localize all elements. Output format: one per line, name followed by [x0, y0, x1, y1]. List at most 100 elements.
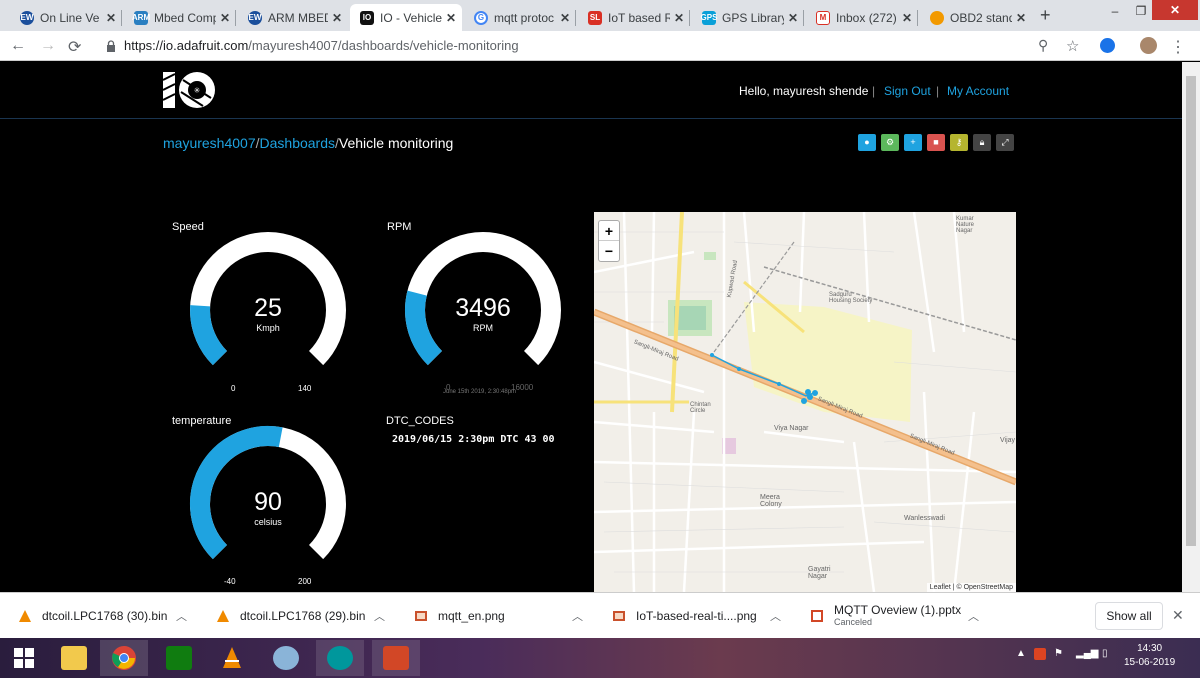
delete-button[interactable]: ■ [927, 134, 945, 151]
tab-close-icon[interactable]: ✕ [1016, 11, 1026, 25]
zoom-out-button[interactable]: − [599, 241, 619, 261]
add-block-button[interactable]: + [904, 134, 922, 151]
chevron-up-icon[interactable]: ︿ [374, 608, 385, 624]
breadcrumb: mayuresh4007/Dashboards/Vehicle monitori… [163, 135, 453, 151]
new-tab-button[interactable]: + [1040, 5, 1051, 26]
sign-out-link[interactable]: Sign Out [884, 84, 931, 98]
taskbar-store[interactable] [155, 640, 203, 676]
browser-tab[interactable]: OBD2 stand ✕ [920, 4, 1032, 31]
chevron-up-icon[interactable]: ︿ [968, 608, 979, 624]
map-label: Meera Colony [760, 494, 782, 508]
key-button[interactable]: ⚷ [950, 134, 968, 151]
speed-gauge-readout: 25 Kmph [188, 294, 348, 333]
browser-tab[interactable]: EW ARM MBED ✕ [238, 4, 348, 31]
back-arrow-icon[interactable]: ← [10, 37, 26, 55]
page-scrollbar[interactable] [1182, 62, 1200, 592]
fullscreen-button[interactable]: ⤢ [996, 134, 1014, 151]
image-file-icon [415, 611, 427, 621]
tab-title: IoT based R [608, 10, 670, 25]
map-label: Vijay [1000, 437, 1016, 444]
taskbar-chrome[interactable] [100, 640, 148, 676]
zoom-icon[interactable]: ⚲ [1038, 37, 1048, 54]
browser-tab-active[interactable]: IO IO - Vehicle ✕ [350, 4, 462, 31]
svg-text:✳: ✳ [194, 86, 201, 95]
my-account-link[interactable]: My Account [947, 84, 1009, 98]
download-item[interactable]: MQTT Oveview (1).pptx Canceled ︿ [810, 593, 979, 639]
speed-unit: Kmph [256, 323, 280, 333]
tab-close-icon[interactable]: ✕ [902, 11, 912, 25]
chevron-up-icon[interactable]: ︿ [572, 608, 583, 624]
bookmark-star-icon[interactable]: ☆ [1066, 37, 1079, 55]
temperature-min: -40 [224, 577, 236, 586]
window-close-button[interactable]: ✕ [1152, 0, 1198, 20]
taskbar-vlc[interactable] [208, 640, 256, 676]
battery-icon[interactable]: ▯ [1102, 648, 1108, 659]
lock-button[interactable]: 🔒︎ [973, 134, 991, 151]
browser-tab[interactable]: ARM Mbed Comp ✕ [124, 4, 236, 31]
map-block[interactable]: Sangli-Miraj Road Sangli-Miraj Road Sang… [594, 212, 1016, 592]
scrollbar-thumb[interactable] [1186, 76, 1196, 546]
tab-favicon-icon: G [474, 10, 488, 25]
tab-favicon-icon: M [816, 10, 830, 25]
tab-close-icon[interactable]: ✕ [674, 11, 684, 25]
chevron-up-icon[interactable]: ︿ [176, 608, 187, 624]
arduino-icon [327, 646, 353, 670]
powerpoint-file-icon [811, 610, 823, 622]
browser-tab[interactable]: M Inbox (272) ✕ [806, 4, 918, 31]
download-item[interactable]: dtcoil.LPC1768 (29).bin ︿ [216, 593, 385, 639]
tab-close-icon[interactable]: ✕ [220, 11, 230, 25]
forward-arrow-icon[interactable]: → [40, 37, 56, 55]
extension-icon[interactable] [1100, 38, 1115, 53]
tab-close-icon[interactable]: ✕ [332, 11, 342, 25]
download-status: Canceled [834, 617, 873, 627]
map-label: Viya Nagar [774, 425, 809, 432]
tab-favicon-icon [930, 10, 944, 25]
browser-tab[interactable]: EW On Line Ve ✕ [10, 4, 122, 31]
download-item[interactable]: mqtt_en.png ︿ [414, 593, 583, 639]
show-hidden-icons[interactable]: ▲ [1016, 648, 1026, 659]
tab-close-icon[interactable]: ✕ [560, 11, 570, 25]
tab-favicon-icon: SL [588, 10, 602, 25]
map-tiles[interactable] [594, 212, 1016, 592]
tab-title: IO - Vehicle [380, 10, 442, 25]
browser-tab[interactable]: SL IoT based R ✕ [578, 4, 690, 31]
rpm-unit: RPM [473, 323, 493, 333]
tab-close-icon[interactable]: ✕ [106, 11, 116, 25]
taskbar-paint[interactable] [262, 640, 310, 676]
taskbar-powerpoint[interactable] [372, 640, 420, 676]
network-signal-icon[interactable]: ▂▄▆ [1076, 648, 1098, 659]
info-button[interactable]: ● [858, 134, 876, 151]
taskbar-explorer[interactable] [50, 640, 98, 676]
browser-tab[interactable]: G mqtt protoc ✕ [464, 4, 576, 31]
chevron-up-icon[interactable]: ︿ [770, 608, 781, 624]
tab-title: On Line Ve [40, 10, 100, 25]
zoom-in-button[interactable]: + [599, 221, 619, 241]
tab-favicon-icon: EW [248, 10, 262, 25]
map-attribution[interactable]: Leaflet | © OpenStreetMap [926, 583, 1016, 592]
download-item[interactable]: dtcoil.LPC1768 (30).bin ︿ [18, 593, 187, 639]
breadcrumb-user[interactable]: mayuresh4007 [163, 135, 256, 151]
browser-tab[interactable]: GPS GPS Library ✕ [692, 4, 804, 31]
reload-icon[interactable]: ⟳ [68, 37, 81, 57]
taskbar-arduino[interactable] [316, 640, 364, 676]
tab-title: GPS Library [722, 10, 784, 25]
download-item[interactable]: IoT-based-real-ti....png ︿ [612, 593, 781, 639]
tab-close-icon[interactable]: ✕ [446, 11, 456, 25]
profile-avatar[interactable] [1140, 37, 1157, 54]
image-file-icon [613, 611, 625, 621]
menu-dots-icon[interactable]: ⋮ [1170, 37, 1186, 57]
vlc-cone-icon [223, 647, 241, 668]
file-explorer-icon [61, 646, 87, 670]
tray-app-icon[interactable] [1034, 648, 1046, 660]
url-field[interactable]: https://io.adafruit.com/mayuresh4007/das… [124, 38, 519, 53]
system-clock[interactable]: 14:30 15-06-2019 [1124, 642, 1175, 670]
tab-close-icon[interactable]: ✕ [788, 11, 798, 25]
map-label: Gayatri Nagar [808, 566, 831, 580]
flag-icon[interactable]: ⚑ [1054, 648, 1063, 659]
show-all-button[interactable]: Show all [1095, 602, 1163, 630]
breadcrumb-dashboards[interactable]: Dashboards [260, 135, 336, 151]
settings-button[interactable]: ⚙ [881, 134, 899, 151]
tab-title: Mbed Comp [154, 10, 216, 25]
start-button[interactable] [0, 640, 48, 676]
close-downloads-icon[interactable]: ✕ [1172, 607, 1184, 624]
